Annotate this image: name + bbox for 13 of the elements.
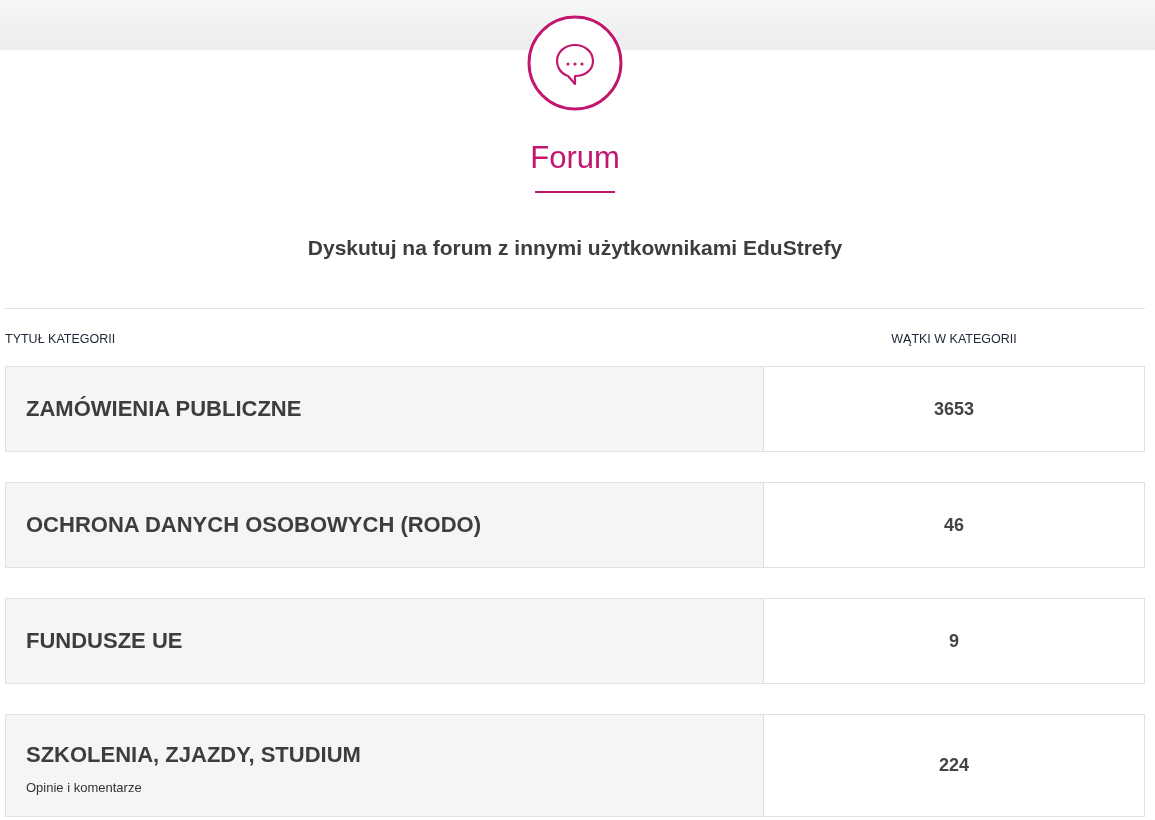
category-link[interactable]: SZKOLENIA, ZJAZDY, STUDIUM — [26, 742, 361, 768]
category-link[interactable]: FUNDUSZE UE — [26, 628, 183, 654]
category-description: Opinie i komentarze — [26, 780, 143, 795]
column-header: TYTUŁ KATEGORII — [5, 332, 117, 348]
column-header: WĄTKI W KATEGORII — [890, 332, 1018, 348]
thread-count: 9 — [764, 598, 1145, 684]
category-link[interactable]: OCHRONA DANYCH OSOBOWYCH (RODO) — [26, 512, 482, 538]
page-title: Forum — [530, 139, 620, 177]
page-subtitle: Dyskutuj na forum z innymi użytkownikami EduStrefy — [307, 235, 843, 261]
thread-count: 224 — [764, 714, 1145, 817]
category-link[interactable]: ZAMÓWIENIA PUBLICZNE — [26, 396, 302, 422]
thread-count: 3653 — [764, 366, 1145, 452]
thread-count: 46 — [764, 482, 1145, 568]
